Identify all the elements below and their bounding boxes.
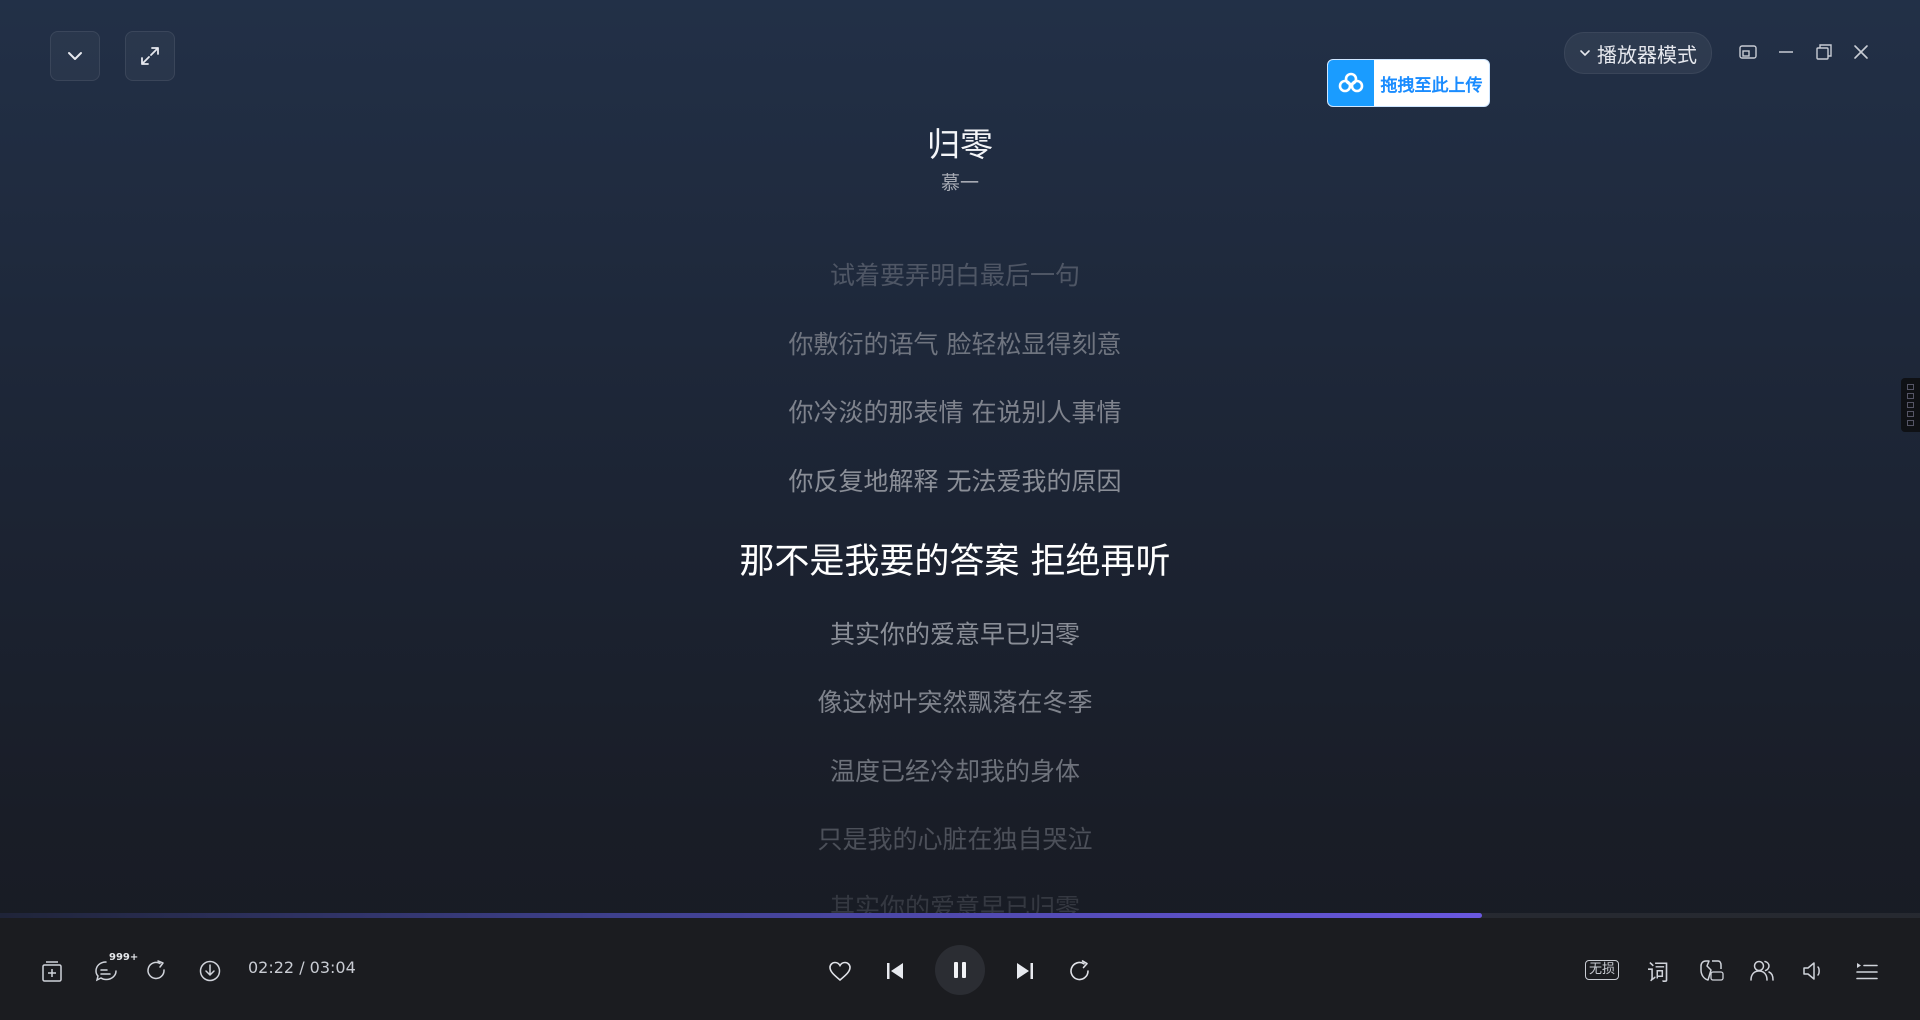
lyric-line[interactable]: 你反复地解释 无法爱我的原因 — [0, 462, 1910, 498]
comment-count-badge: 999+ — [109, 952, 139, 963]
quality-button[interactable]: 无损 — [1584, 957, 1620, 983]
volume-icon — [1801, 959, 1827, 983]
close-button[interactable] — [1851, 42, 1871, 62]
listen-together-button[interactable] — [1747, 956, 1777, 986]
previous-button[interactable] — [880, 956, 910, 986]
download-button[interactable] — [196, 957, 224, 985]
restore-icon — [1814, 42, 1834, 62]
cloud-logo-icon — [1328, 60, 1374, 106]
pause-button[interactable] — [935, 945, 985, 995]
skip-next-icon — [1014, 960, 1036, 982]
chevron-down-icon — [1579, 47, 1591, 59]
lyric-line[interactable]: 温度已经冷却我的身体 — [0, 752, 1910, 788]
add-to-playlist-button[interactable] — [38, 958, 66, 986]
song-artist: 慕一 — [940, 172, 979, 194]
minimize-button[interactable] — [1776, 42, 1796, 62]
quality-badge: 无损 — [1584, 960, 1619, 980]
close-icon — [1851, 42, 1871, 62]
lyric-line[interactable]: 你敷衍的语气 脸轻松显得刻意 — [0, 325, 1910, 361]
people-icon — [1748, 958, 1776, 984]
repeat-mode-button[interactable] — [1065, 956, 1095, 986]
lyric-line[interactable]: 像这树叶突然飘落在冬季 — [0, 683, 1910, 719]
volume-button[interactable] — [1799, 956, 1829, 986]
player-mode-dropdown[interactable]: 播放器模式 — [1564, 32, 1712, 74]
maximize-button[interactable] — [1814, 42, 1834, 62]
download-icon — [198, 959, 222, 983]
share-icon — [145, 959, 169, 983]
player-mode-label: 播放器模式 — [1597, 42, 1697, 67]
chevron-down-icon — [65, 46, 85, 66]
drag-upload-widget[interactable]: 拖拽至此上传 — [1327, 59, 1490, 107]
heart-icon — [827, 959, 853, 983]
mini-window-icon — [1738, 42, 1758, 62]
next-button[interactable] — [1010, 956, 1040, 986]
song-title: 归零 — [927, 125, 993, 164]
lyric-line[interactable]: 其实你的爱意早已归零 — [0, 615, 1910, 651]
mini-mode-button[interactable] — [1738, 42, 1758, 62]
lyric-line[interactable]: 试着要弄明白最后一句 — [0, 256, 1910, 292]
expand-icon — [139, 45, 161, 67]
sound-effect-icon — [1697, 958, 1725, 984]
sound-effect-button[interactable] — [1695, 956, 1727, 986]
collapse-button[interactable] — [50, 31, 100, 81]
side-panel-handle[interactable] — [1901, 378, 1920, 432]
upload-label: 拖拽至此上传 — [1380, 75, 1483, 96]
minimize-icon — [1776, 42, 1796, 62]
lyric-line[interactable]: 只是我的心脏在独自哭泣 — [0, 820, 1910, 856]
fullscreen-button[interactable] — [125, 31, 175, 81]
lyric-line-active[interactable]: 那不是我要的答案 拒绝再听 — [0, 533, 1910, 584]
lyric-line[interactable]: 你冷淡的那表情 在说别人事情 — [0, 393, 1910, 429]
repeat-icon — [1067, 959, 1093, 983]
like-button[interactable] — [825, 956, 855, 986]
playlist-icon — [1854, 959, 1880, 983]
share-button[interactable] — [143, 957, 171, 985]
add-to-playlist-icon — [40, 960, 64, 984]
pause-icon — [951, 960, 969, 980]
playback-time: 02:22 / 03:04 — [248, 958, 356, 977]
playlist-button[interactable] — [1852, 956, 1882, 986]
skip-previous-icon — [884, 960, 906, 982]
lyrics-toggle-button[interactable]: 词 — [1643, 956, 1673, 986]
